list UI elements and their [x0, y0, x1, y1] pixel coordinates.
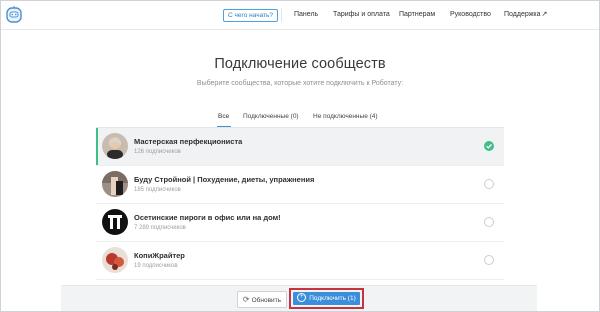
getting-started-button[interactable]: С чего начать?: [223, 9, 279, 22]
tab-connected[interactable]: Подключенные (0): [243, 112, 299, 122]
group-name: Осетинские пироги в офис или на дом!: [134, 213, 281, 222]
nav-link-panel[interactable]: Панель: [294, 10, 318, 20]
nav-link-guide[interactable]: Руководство: [450, 10, 491, 20]
checkbox-unselected-icon[interactable]: [484, 179, 494, 189]
connect-highlight-frame: + Подключить (1): [289, 288, 364, 309]
top-nav: С чего начать? Панель Тарифы и оплата Па…: [1, 1, 599, 30]
tab-all[interactable]: Все: [218, 112, 229, 122]
group-name: КопиЖрайтер: [134, 251, 185, 260]
group-subscribers: 126 подписчиков: [134, 149, 181, 155]
nav-link-support-label: Поддержка: [504, 11, 541, 18]
avatar-food-photo: [102, 247, 128, 273]
checkbox-unselected-icon[interactable]: [484, 217, 494, 227]
avatar-logo-mark: [102, 209, 128, 235]
connect-button[interactable]: + Подключить (1): [293, 292, 360, 305]
group-name: Буду Стройной | Похудение, диеты, упражн…: [134, 175, 315, 184]
checkbox-unselected-icon[interactable]: [484, 255, 494, 265]
group-row-copywriter[interactable]: КопиЖрайтер 19 подписчиков: [96, 242, 504, 280]
main-content: Подключение сообществ Выберите сообществ…: [1, 30, 599, 311]
avatar-fitness-photo: [102, 171, 128, 197]
tab-not-connected[interactable]: Не подключенные (4): [313, 112, 378, 122]
connect-label: Подключить (1): [309, 295, 356, 302]
nav-divider: [281, 8, 282, 22]
selected-accent-bar: [96, 128, 98, 165]
page-title: Подключение сообществ: [214, 56, 386, 72]
app-window: С чего начать? Панель Тарифы и оплата Па…: [0, 0, 600, 312]
group-row-perfectionist[interactable]: Мастерская перфекциониста 126 подписчико…: [96, 128, 504, 166]
refresh-label: Обновить: [251, 297, 282, 304]
checkmark-selected-icon[interactable]: [484, 141, 494, 151]
group-subscribers: 19 подписчиков: [134, 263, 178, 269]
nav-link-partners[interactable]: Партнерам: [399, 10, 435, 20]
nav-link-tariffs[interactable]: Тарифы и оплата: [333, 10, 390, 20]
robot-logo-icon[interactable]: [5, 5, 23, 25]
group-name: Мастерская перфекциониста: [134, 137, 243, 146]
group-row-pies[interactable]: Осетинские пироги в офис или на дом! 7 2…: [96, 204, 504, 242]
refresh-button[interactable]: ⟳ Обновить: [237, 291, 287, 308]
filter-tabs: Все Подключенные (0) Не подключенные (4): [1, 112, 599, 126]
group-subscribers: 7 289 подписчиков: [134, 225, 186, 231]
action-footer: ⟳ Обновить + Подключить (1): [61, 285, 537, 311]
group-subscribers: 185 подписчиков: [134, 187, 181, 193]
group-list: Мастерская перфекциониста 126 подписчико…: [96, 128, 504, 280]
page-subtitle: Выберите сообщества, которые хотите подк…: [196, 80, 404, 87]
external-link-icon: ↗: [541, 11, 548, 18]
group-row-slim[interactable]: Буду Стройной | Похудение, диеты, упражн…: [96, 166, 504, 204]
refresh-icon: ⟳: [242, 295, 250, 304]
nav-link-support[interactable]: Поддержка↗: [504, 10, 547, 20]
plus-circle-icon: +: [297, 292, 307, 302]
avatar-portrait-photo: [102, 133, 128, 159]
